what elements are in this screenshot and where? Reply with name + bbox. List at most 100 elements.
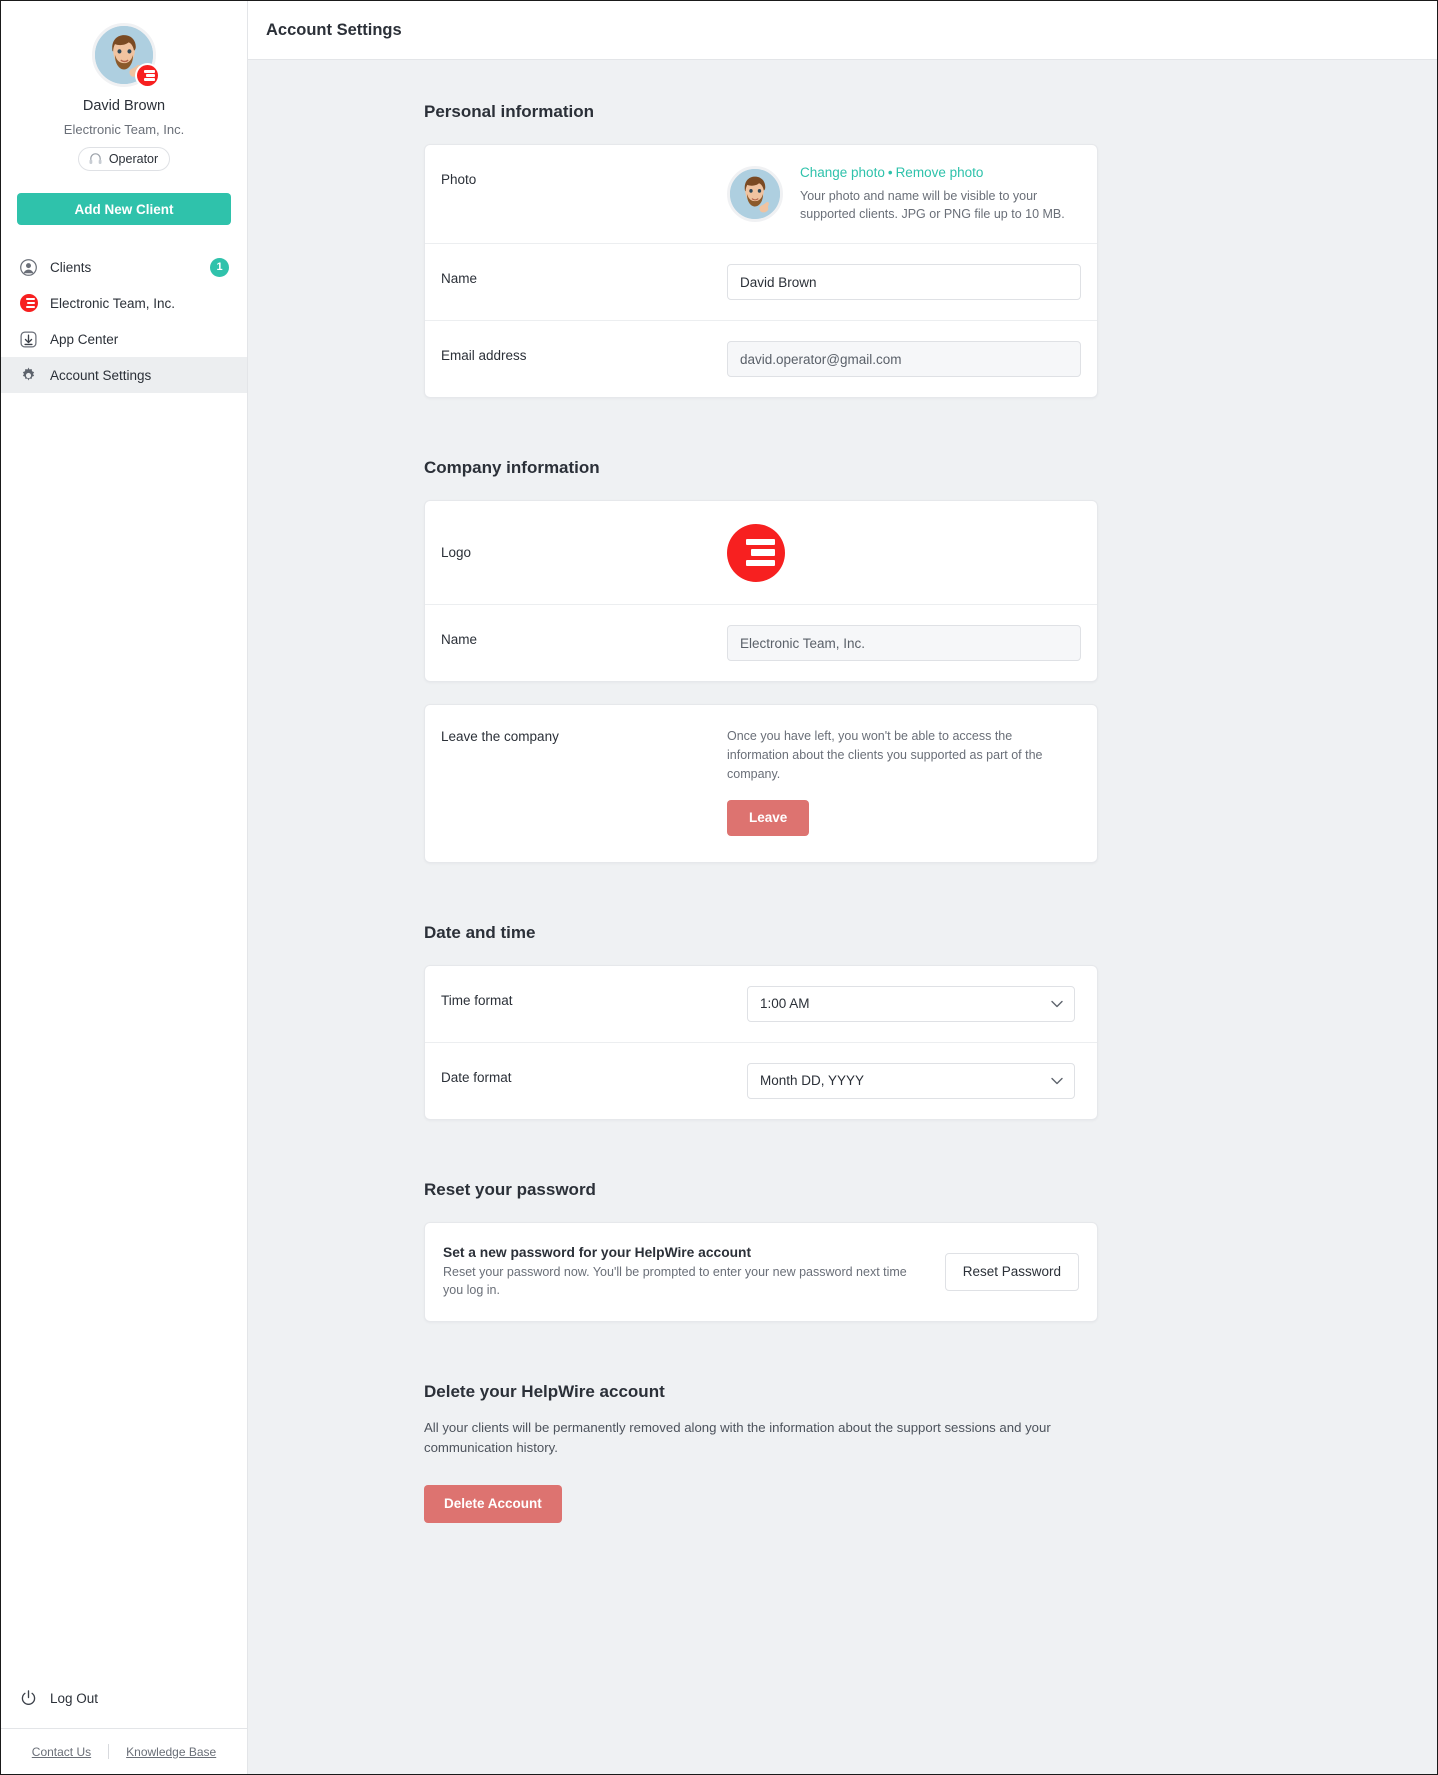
logout-button[interactable]: Log Out [1, 1678, 247, 1718]
date-format-body: Month DD, YYYY [727, 1062, 1075, 1099]
sidebar-item-label: Clients [50, 259, 92, 275]
sidebar: David Brown Electronic Team, Inc. Operat… [1, 1, 248, 1774]
email-label: Email address [441, 348, 527, 364]
sidebar-item-label: Account Settings [50, 367, 152, 383]
time-format-body: 1:00 AM [727, 985, 1075, 1022]
sidebar-item-app-center[interactable]: App Center [1, 321, 247, 357]
company-name-input[interactable] [727, 625, 1081, 662]
link-separator: • [887, 165, 893, 180]
reset-password-card-sub: Reset your password now. You'll be promp… [443, 1264, 907, 1297]
reset-password-row: Set a new password for your HelpWire acc… [425, 1223, 1097, 1321]
logo-row: Logo [425, 501, 1097, 606]
name-input[interactable] [727, 264, 1081, 301]
sidebar-bottom: Log Out Contact Us Knowledge Base [1, 1678, 247, 1774]
time-format-row: Time format 1:00 AM [425, 966, 1097, 1043]
role-badge: Operator [77, 147, 171, 171]
time-format-select[interactable]: 1:00 AM [747, 985, 1075, 1022]
logo-row-body [727, 523, 1075, 582]
date-and-time-card: Time format 1:00 AM Date format Month DD… [424, 964, 1098, 1120]
profile-name: David Brown [82, 98, 166, 114]
leave-company-card: Leave the company Once you have left, yo… [424, 704, 1098, 863]
email-row-body [727, 341, 1081, 378]
leave-company-row: Leave the company Once you have left, yo… [425, 705, 1097, 861]
date-format-label: Date format [441, 1069, 512, 1085]
personal-information-heading: Personal information [424, 102, 595, 121]
page-title: Account Settings [266, 20, 402, 39]
app-window: David Brown Electronic Team, Inc. Operat… [0, 0, 1438, 1775]
top-bar: Account Settings [248, 1, 1437, 60]
name-row: Name [425, 244, 1097, 322]
name-row-body [727, 264, 1081, 301]
reset-password-texts: Set a new password for your HelpWire acc… [443, 1245, 945, 1299]
profile-company: Electronic Team, Inc. [63, 122, 185, 137]
photo-hint: Your photo and name will be visible to y… [800, 187, 1075, 223]
avatar [92, 23, 160, 88]
change-photo-link[interactable]: Change photo [800, 165, 885, 180]
sidebar-item-electronic-team[interactable]: Electronic Team, Inc. [1, 285, 247, 321]
photo-links: Change photo • Remove photo [800, 165, 1075, 180]
leave-company-body: Once you have left, you won't be able to… [727, 727, 1075, 836]
email-input[interactable] [727, 341, 1081, 378]
sidebar-profile: David Brown Electronic Team, Inc. Operat… [1, 1, 247, 171]
time-format-label: Time format [441, 992, 513, 1008]
role-label: Operator [108, 151, 159, 166]
photo-label: Photo [441, 172, 477, 187]
time-format-select-wrap: 1:00 AM [747, 985, 1075, 1022]
sidebar-item-clients[interactable]: Clients 1 [1, 249, 247, 285]
contact-us-link[interactable]: Contact Us [15, 1745, 108, 1759]
personal-information-card: Photo Change photo • Remove photo Your p… [424, 144, 1098, 399]
leave-company-text: Once you have left, you won't be able to… [727, 729, 1043, 781]
sidebar-footer-links: Contact Us Knowledge Base [1, 1728, 247, 1774]
logout-label: Log Out [50, 1690, 99, 1706]
profile-photo-thumbnail [727, 166, 783, 223]
headset-icon [88, 151, 103, 166]
photo-row: Photo Change photo • Remove photo Your p… [425, 145, 1097, 245]
reset-password-button[interactable]: Reset Password [944, 1252, 1079, 1291]
photo-row-body: Change photo • Remove photo Your photo and… [727, 165, 1075, 223]
clients-badge: 1 [210, 257, 229, 277]
delete-account-text: All your clients will be permanently rem… [424, 1419, 1051, 1456]
photo-hint-line2: JPG or PNG file up to 10 MB. [901, 207, 1065, 222]
knowledge-base-link[interactable]: Knowledge Base [109, 1745, 233, 1759]
power-icon [19, 1689, 38, 1708]
add-new-client-button[interactable]: Add New Client [17, 193, 231, 225]
photo-actions: Change photo • Remove photo Your photo and… [800, 165, 1075, 223]
sidebar-nav: Clients 1 Electronic Team, Inc. App Cent… [1, 249, 247, 393]
settings-content: Personal information Photo Change photo … [424, 102, 1098, 1523]
delete-account-block: Delete your HelpWire account All your cl… [424, 1382, 1098, 1523]
leave-company-label: Leave the company [441, 729, 559, 745]
sidebar-item-account-settings[interactable]: Account Settings [1, 357, 247, 393]
user-circle-icon [19, 258, 38, 277]
sidebar-item-label: App Center [50, 331, 119, 347]
company-name-row-body [727, 625, 1081, 662]
company-information-card: Logo Name [424, 500, 1098, 683]
company-badge [135, 63, 160, 88]
date-and-time-heading: Date and time [424, 922, 536, 942]
leave-button[interactable]: Leave [727, 799, 810, 836]
reset-password-card: Set a new password for your HelpWire acc… [424, 1221, 1098, 1322]
main-area: Account Settings Personal information Ph… [248, 1, 1437, 1774]
company-information-heading: Company information [424, 458, 600, 478]
email-row: Email address [425, 321, 1097, 397]
delete-account-button[interactable]: Delete Account [424, 1484, 562, 1523]
delete-account-heading: Delete your HelpWire account [424, 1381, 665, 1401]
company-name-label: Name [441, 632, 478, 648]
reset-password-card-title: Set a new password for your HelpWire acc… [443, 1244, 752, 1260]
remove-photo-link[interactable]: Remove photo [896, 165, 984, 180]
reset-password-heading: Reset your password [424, 1179, 596, 1199]
logo-label: Logo [441, 545, 472, 561]
date-format-row: Date format Month DD, YYYY [425, 1043, 1097, 1119]
name-label: Name [441, 271, 478, 287]
company-logo-icon [19, 294, 38, 313]
company-logo-large-icon [727, 523, 785, 582]
date-format-select[interactable]: Month DD, YYYY [747, 1062, 1075, 1099]
settings-scroll-area[interactable]: Personal information Photo Change photo … [248, 60, 1437, 1774]
company-name-row: Name [425, 605, 1097, 681]
download-box-icon [19, 330, 38, 349]
gear-icon [19, 366, 38, 385]
